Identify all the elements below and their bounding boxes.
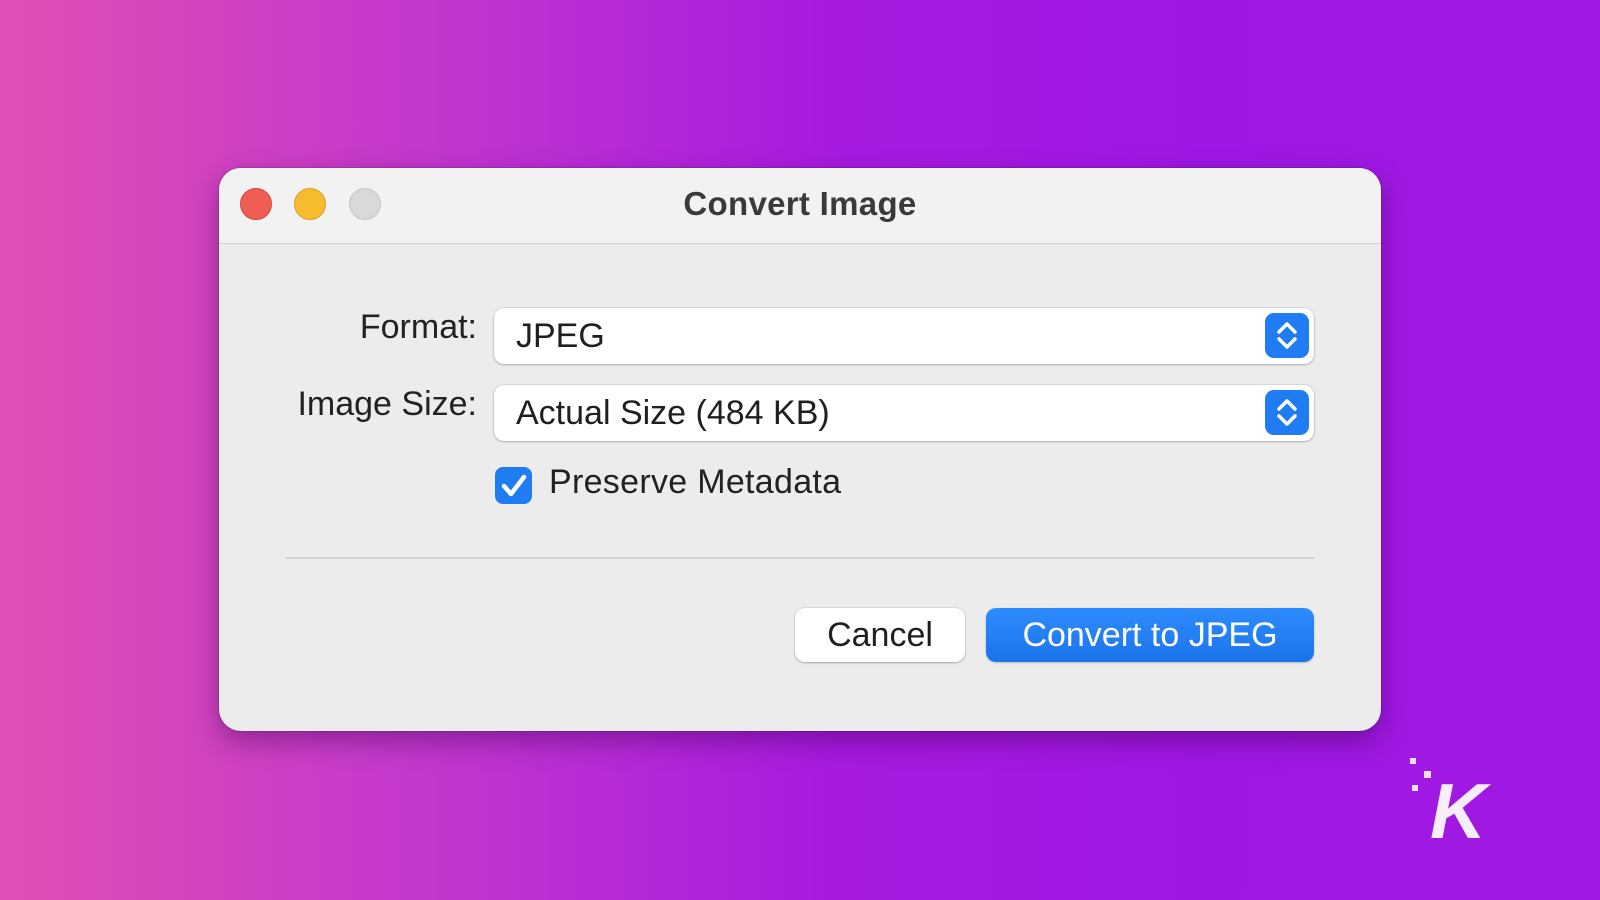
separator xyxy=(286,557,1314,559)
watermark-letter: K xyxy=(1430,767,1492,848)
convert-image-dialog: Convert Image Format: JPEG Image Size: A… xyxy=(219,168,1381,731)
image-size-select-value: Actual Size (484 KB) xyxy=(516,394,830,432)
up-down-chevron-icon xyxy=(1277,399,1297,426)
convert-button[interactable]: Convert to JPEG xyxy=(986,608,1314,662)
format-label: Format: xyxy=(359,308,477,346)
dialog-title: Convert Image xyxy=(683,185,917,222)
format-select[interactable]: JPEG xyxy=(494,308,1314,364)
title-bar: Convert Image xyxy=(219,168,1381,244)
watermark-logo: K xyxy=(1410,758,1492,848)
image-size-select[interactable]: Actual Size (484 KB) xyxy=(494,385,1314,441)
cancel-button[interactable]: Cancel xyxy=(795,608,965,662)
format-select-stepper[interactable] xyxy=(1265,313,1309,358)
preserve-metadata-checkbox[interactable] xyxy=(495,467,532,504)
preserve-metadata-label[interactable]: Preserve Metadata xyxy=(549,463,841,502)
format-select-value: JPEG xyxy=(516,317,605,355)
checkmark-icon xyxy=(501,474,527,497)
image-size-label: Image Size: xyxy=(297,385,477,423)
image-size-select-stepper[interactable] xyxy=(1265,390,1309,435)
up-down-chevron-icon xyxy=(1277,322,1297,349)
